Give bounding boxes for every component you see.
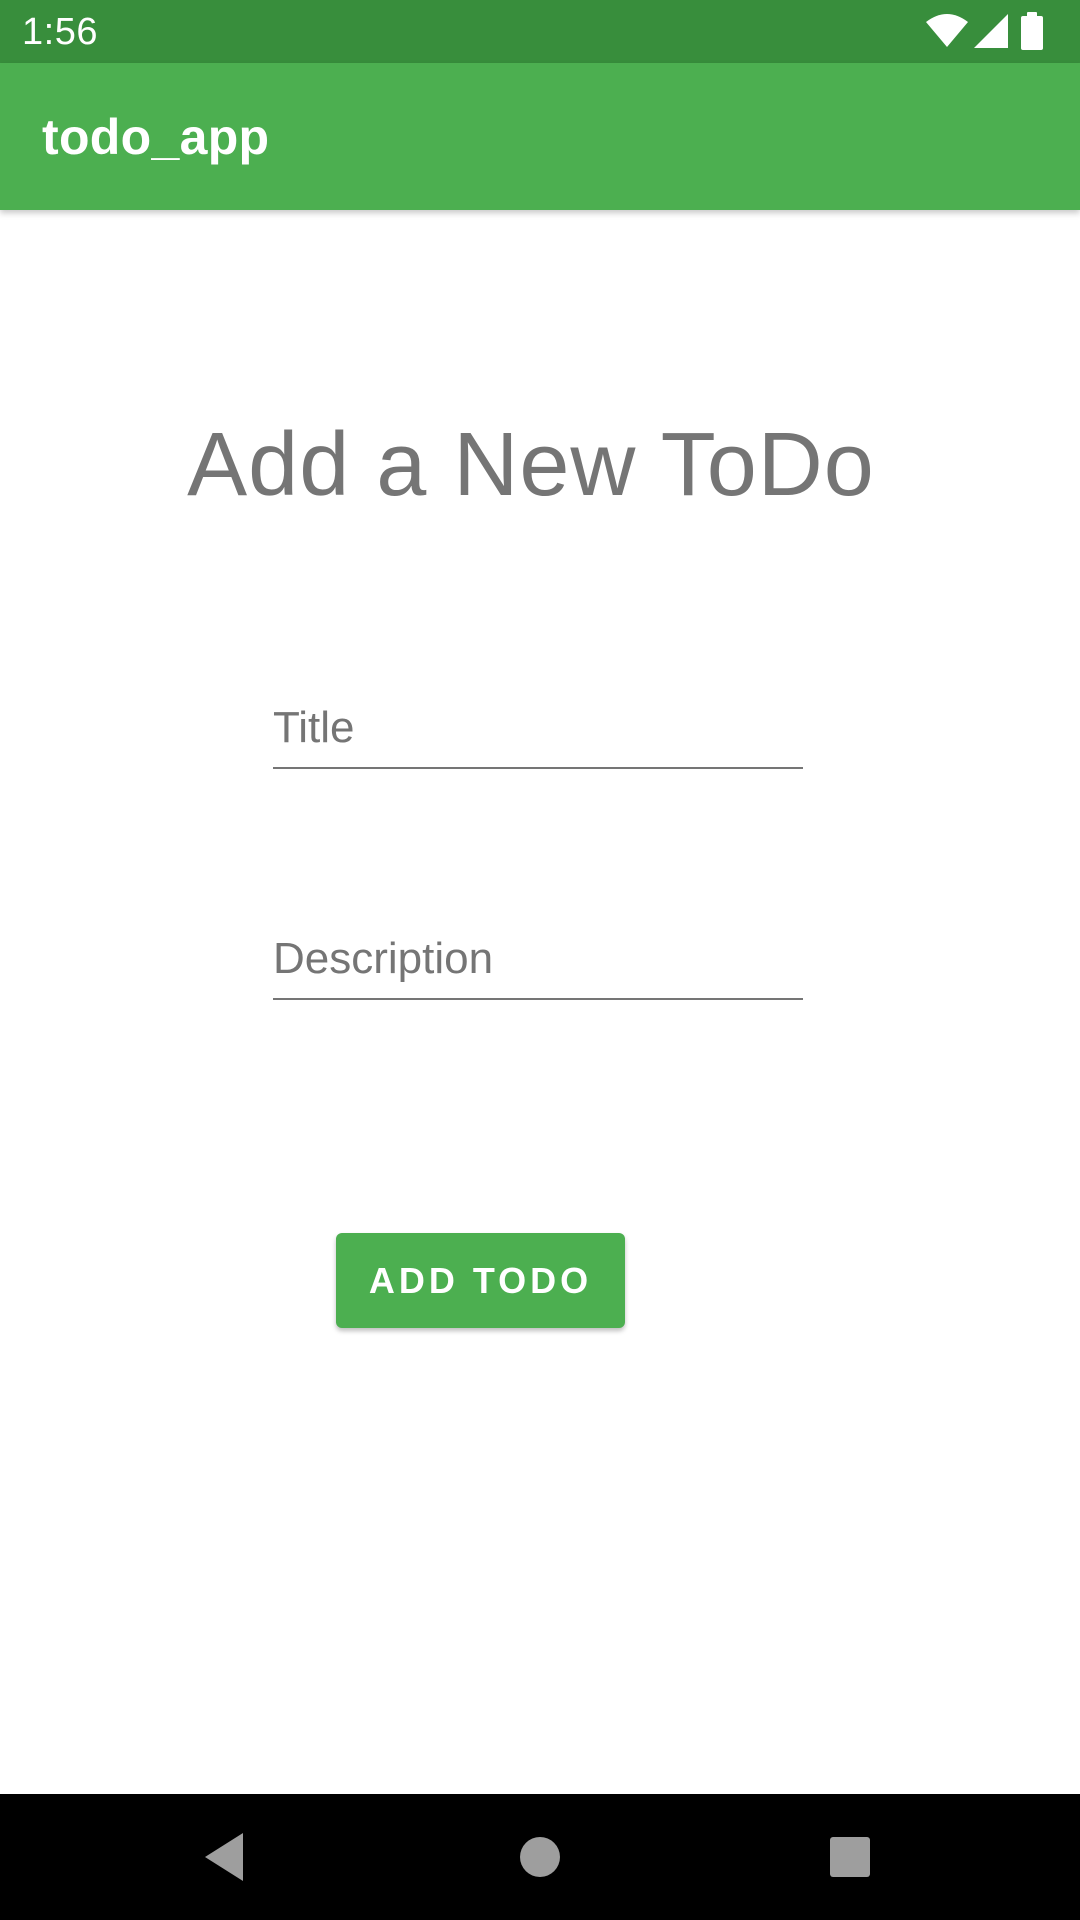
wifi-icon — [926, 14, 968, 47]
signal-icon — [974, 14, 1008, 48]
status-time: 1:56 — [22, 11, 98, 53]
app-title: todo_app — [42, 109, 270, 165]
battery-icon — [1021, 12, 1043, 50]
navigation-bar — [0, 1794, 1080, 1920]
screen: 1:56 todo_app Add a New ToDo ADD TODO — [0, 0, 1080, 1920]
add-todo-button[interactable]: ADD TODO — [336, 1233, 625, 1328]
home-icon[interactable] — [510, 1827, 570, 1887]
back-icon[interactable] — [195, 1827, 255, 1887]
status-icons — [920, 0, 1080, 63]
description-input[interactable] — [273, 920, 803, 1000]
status-bar: 1:56 — [0, 0, 1080, 63]
app-bar: todo_app — [0, 63, 1080, 210]
recents-icon[interactable] — [820, 1827, 880, 1887]
page-heading: Add a New ToDo — [187, 415, 875, 515]
title-input[interactable] — [273, 689, 803, 769]
